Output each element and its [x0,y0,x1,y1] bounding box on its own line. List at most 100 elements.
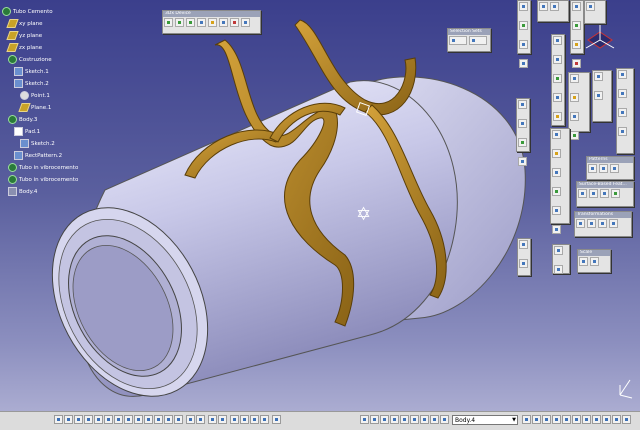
pan-button[interactable] [74,415,83,424]
close-surface-button[interactable] [600,189,609,198]
swap-visible-button[interactable] [164,415,173,424]
tree-item-pad-1[interactable]: Pad.1 [14,126,40,137]
tree-item-sketch-2[interactable]: Sketch.2 [14,78,49,89]
tree-item-tubo-1[interactable]: Tubo in vibrocemento [8,162,78,173]
tool-button[interactable] [572,21,581,30]
toolbar-vertical-3[interactable] [551,34,565,159]
tool-button[interactable] [570,131,579,140]
tool-button[interactable] [550,2,559,11]
body-select-dropdown[interactable]: Body.4 ▼ [452,415,518,425]
tool-button[interactable] [552,130,561,139]
zoom-in-button[interactable] [94,415,103,424]
toolbar-vertical-1[interactable] [517,0,531,68]
normal-view-button[interactable] [114,415,123,424]
iso-view-button[interactable] [134,415,143,424]
toolbar-3dx-device[interactable]: 3Dx Device [162,10,261,34]
sew-surface-button[interactable] [611,189,620,198]
toolbar-vertical-9[interactable] [517,238,531,276]
fly-mode-button[interactable] [54,415,63,424]
tool-button[interactable] [360,415,369,424]
rotate-button[interactable] [84,415,93,424]
tool-button[interactable] [618,89,627,98]
translation-button[interactable] [576,219,585,228]
tool-button[interactable] [553,55,562,64]
settings-button[interactable] [241,18,250,27]
tool-button[interactable] [562,415,571,424]
tool-button[interactable] [572,415,581,424]
tool-button[interactable] [570,74,579,83]
tool-button[interactable] [519,21,528,30]
rect-pattern-button[interactable] [588,164,597,173]
tool-button[interactable] [612,415,621,424]
tool-button[interactable] [519,40,528,49]
tool-button[interactable] [410,415,419,424]
toolbar-surface-based-features[interactable]: Surface-Based Feat... [576,181,634,207]
tool-button[interactable] [554,265,563,274]
tool-button[interactable] [602,415,611,424]
tree-item-sketch-1[interactable]: Sketch.1 [14,66,49,77]
toolbar-scale[interactable]: Scale [577,249,611,273]
tree-item-rectpattern-2[interactable]: RectPattern.2 [14,150,62,161]
scale-button[interactable] [579,257,588,266]
tool-button[interactable] [572,59,581,68]
tree-item-xy-plane[interactable]: xy plane [6,18,43,29]
selection-set-edit-button[interactable] [469,36,487,45]
zoom-button[interactable] [186,18,195,27]
grid-button[interactable] [240,415,249,424]
tool-button[interactable] [572,2,581,11]
tool-button[interactable] [570,93,579,102]
toolbar-transformations[interactable]: Transformations [574,211,632,237]
tree-item-body-4[interactable]: Body.4 [8,186,37,197]
tool-button[interactable] [552,225,561,234]
toolbar-vertical-6[interactable] [616,68,634,154]
fit-all-button[interactable] [64,415,73,424]
tool-button[interactable] [522,415,531,424]
tool-button[interactable] [518,157,527,166]
knowledge-button[interactable] [218,415,227,424]
split-button[interactable] [578,189,587,198]
measure-button[interactable] [186,415,195,424]
tool-button[interactable] [554,246,563,255]
tool-button[interactable] [552,149,561,158]
tool-button[interactable] [400,415,409,424]
tool-button[interactable] [440,415,449,424]
toolbar-vertical-7[interactable] [516,98,530,166]
view-button[interactable] [219,18,228,27]
snap-button[interactable] [250,415,259,424]
toolbar-vertical-10[interactable] [552,244,570,274]
tool-button[interactable] [553,112,562,121]
sketch-button[interactable] [230,415,239,424]
lock-button[interactable] [230,18,239,27]
tool-button[interactable] [532,415,541,424]
tool-button[interactable] [572,40,581,49]
tool-button[interactable] [553,36,562,45]
tool-button[interactable] [582,415,591,424]
measure-item-button[interactable] [196,415,205,424]
tree-item-point-1[interactable]: Point.1 [20,90,50,101]
multi-view-button[interactable] [124,415,133,424]
tool-button[interactable] [592,415,601,424]
tool-button[interactable] [594,91,603,100]
affinity-button[interactable] [590,257,599,266]
circ-pattern-button[interactable] [599,164,608,173]
toolbar-vertical-4[interactable] [568,72,590,140]
tool-button[interactable] [552,168,561,177]
toolbar-vertical-2[interactable] [570,0,584,68]
tree-root-item[interactable]: Tubo Cemento [2,6,53,17]
tool-button[interactable] [380,415,389,424]
tree-item-sketch-2b[interactable]: Sketch.2 [20,138,55,149]
paint-brush-button[interactable] [272,415,281,424]
user-pattern-button[interactable] [610,164,619,173]
toolbar-vertical-8[interactable] [550,128,570,234]
toolbar-vertical-5[interactable] [592,70,612,122]
axis-button[interactable] [197,18,206,27]
tool-button[interactable] [542,415,551,424]
tool-button[interactable] [518,138,527,147]
hide-show-button[interactable] [154,415,163,424]
tool-button[interactable] [370,415,379,424]
compass-icon[interactable] [585,20,615,49]
tool-button[interactable] [586,2,595,11]
tool-button[interactable] [519,259,528,268]
tool-button[interactable] [518,100,527,109]
fly-button[interactable] [208,18,217,27]
